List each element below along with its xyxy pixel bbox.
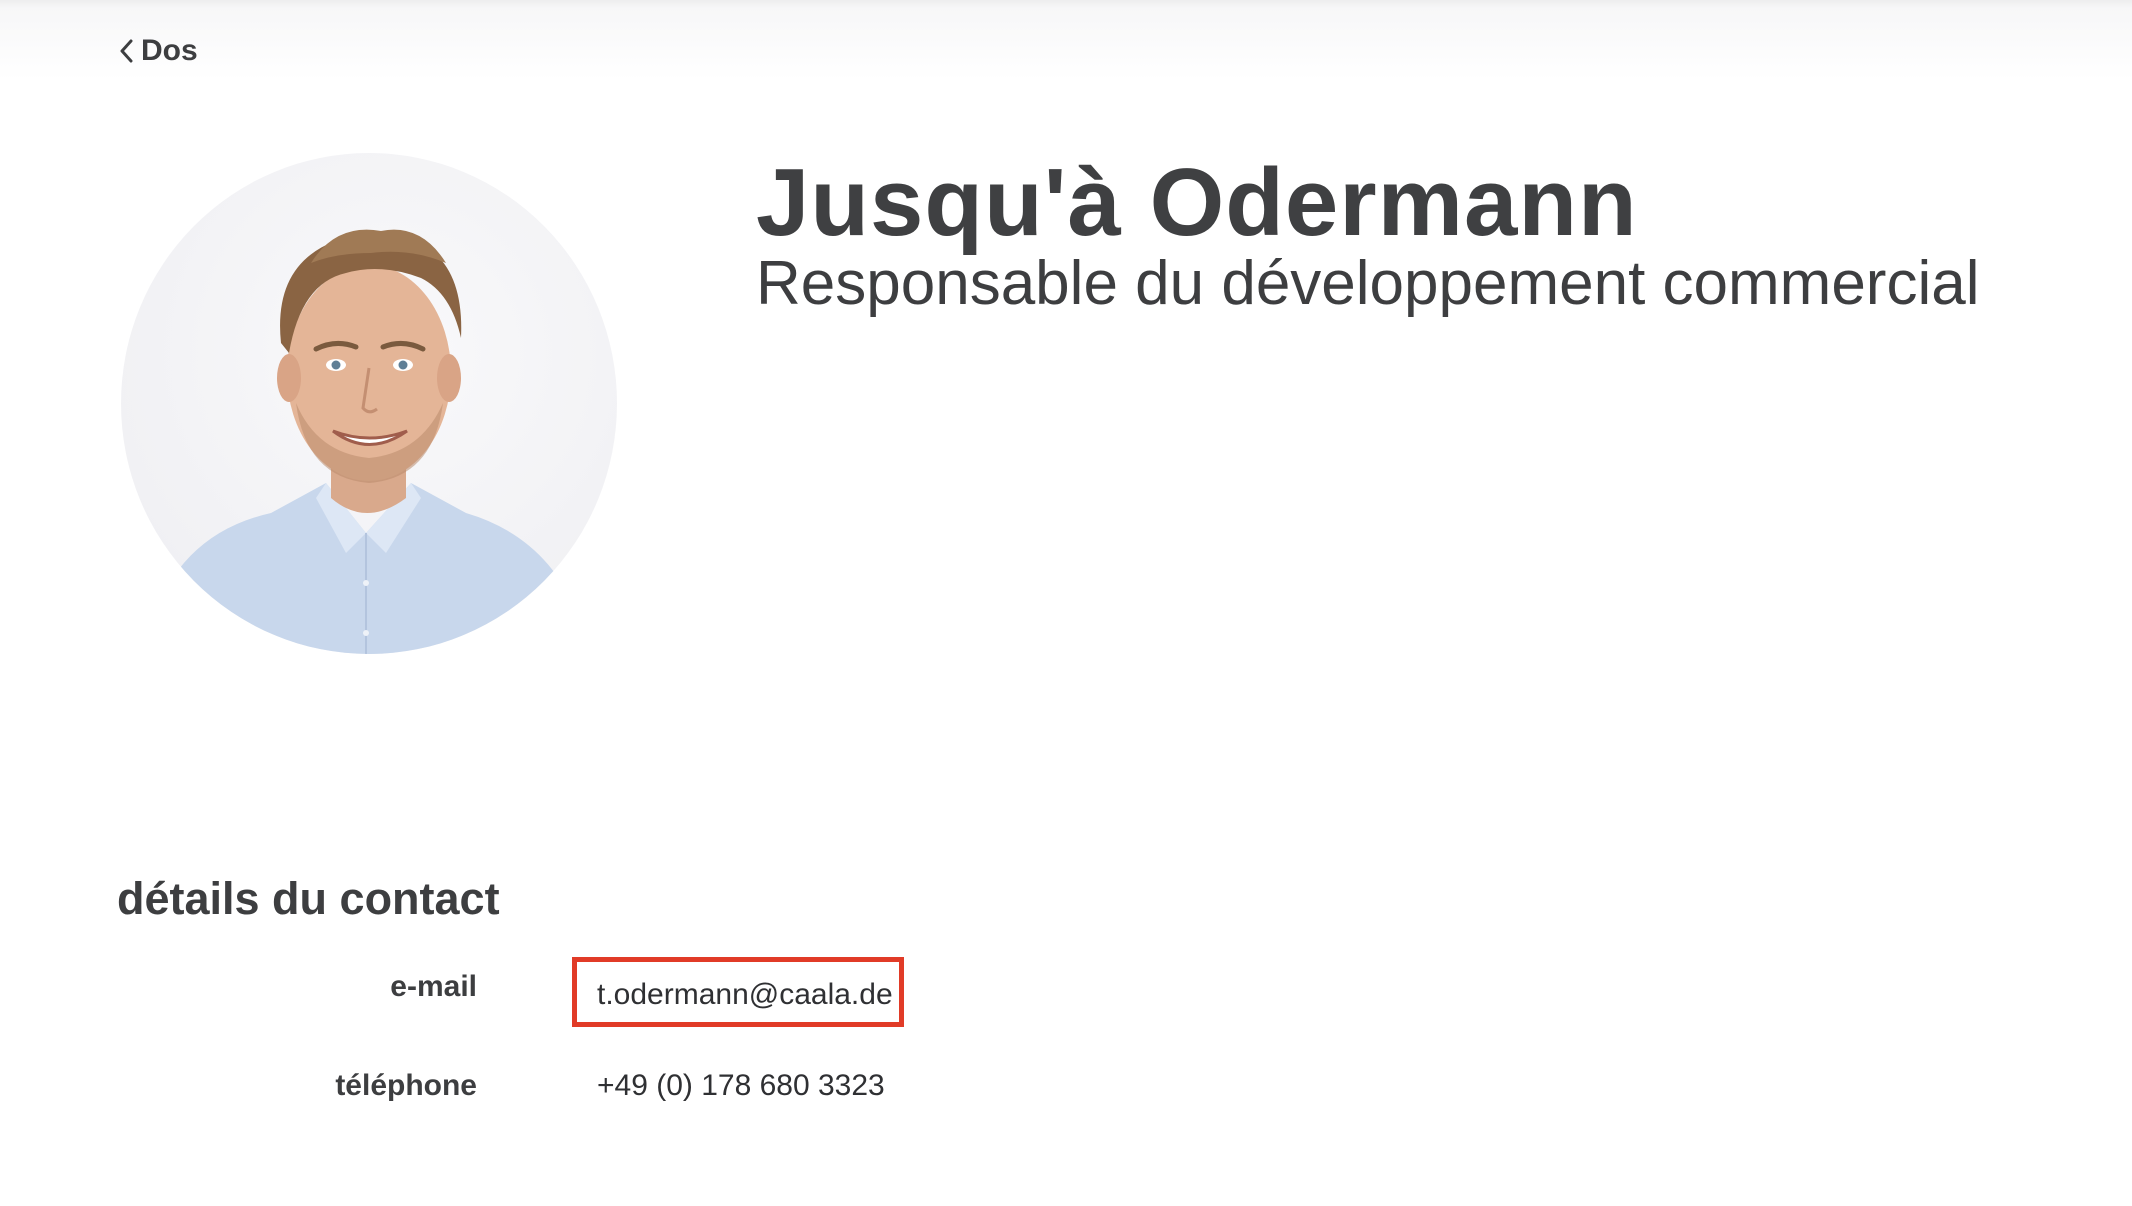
chevron-left-icon	[120, 39, 133, 63]
phone-label: téléphone	[335, 1069, 477, 1102]
email-value[interactable]: t.odermann@caala.de	[597, 978, 893, 1012]
email-highlight-box[interactable]: t.odermann@caala.de	[572, 957, 904, 1027]
portrait-image	[151, 229, 581, 654]
profile-role: Responsable du développement commercial	[756, 249, 1980, 318]
header-shadow	[0, 0, 2132, 80]
avatar	[121, 153, 617, 654]
phone-value[interactable]: +49 (0) 178 680 3323	[597, 1069, 885, 1103]
back-link[interactable]: Dos	[117, 34, 198, 68]
profile-name: Jusqu'à Odermann	[756, 149, 1638, 256]
email-label: e-mail	[390, 970, 477, 1003]
back-link-label: Dos	[141, 34, 198, 67]
contact-section-title: détails du contact	[117, 873, 500, 924]
